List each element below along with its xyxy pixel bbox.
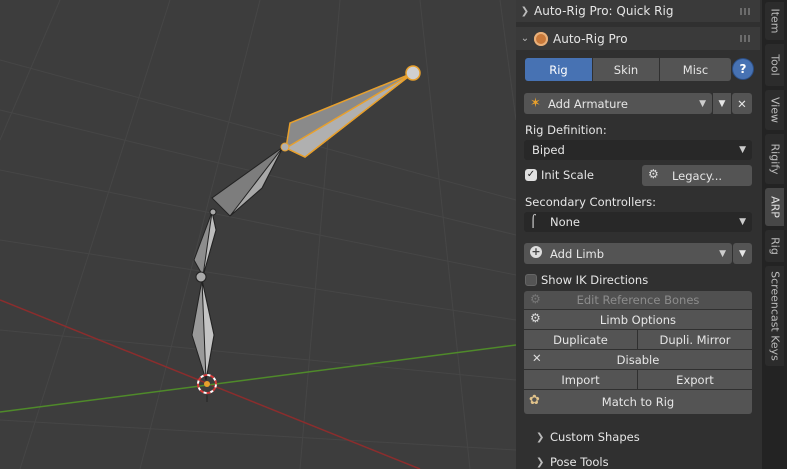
add-circle-icon: + — [530, 245, 542, 258]
arp-panel-header[interactable]: ⌄ Auto-Rig Pro — [516, 27, 760, 50]
rig-definition-label: Rig Definition: — [525, 123, 607, 137]
limb-options-label: Limb Options — [599, 312, 677, 327]
close-icon: ✕ — [532, 351, 542, 365]
3d-viewport[interactable] — [0, 0, 516, 469]
arp-panel-title: Auto-Rig Pro — [553, 31, 628, 46]
drag-grip-icon[interactable] — [740, 35, 752, 42]
tab-item[interactable]: Item — [765, 2, 784, 40]
tab-rig-label: Rig — [768, 237, 781, 255]
match-to-rig-label: Match to Rig — [601, 395, 675, 409]
add-armature-dropdown[interactable]: ✶ Add Armature ▼ — [524, 93, 712, 114]
viewport-scene — [0, 0, 516, 469]
show-ik-checkbox[interactable] — [525, 274, 537, 286]
init-scale-checkbox[interactable]: ✓ — [525, 169, 537, 181]
tab-tool[interactable]: Tool — [765, 44, 784, 86]
disable-button[interactable]: ✕ Disable — [524, 350, 752, 369]
armature-menu-button[interactable]: ▼ — [713, 93, 731, 114]
arp-logo-icon — [534, 31, 548, 46]
edit-reference-bones-label: Edit Reference Bones — [576, 293, 700, 307]
3d-cursor-icon — [197, 374, 217, 402]
chevron-down-icon: ▼ — [739, 217, 746, 227]
chevron-right-icon: ❯ — [536, 456, 545, 468]
tab-screencast-keys[interactable]: Screencast Keys — [765, 266, 784, 366]
running-figure-icon: ✿ — [529, 393, 540, 408]
close-icon: ✕ — [737, 96, 747, 111]
tab-view-label: View — [768, 96, 781, 124]
chevron-right-icon: ❯ — [536, 431, 545, 443]
show-ik-label: Show IK Directions — [541, 273, 649, 287]
chevron-down-icon: ▼ — [739, 145, 746, 155]
chevron-down-icon: ▼ — [739, 248, 746, 259]
chevron-down-icon: ▼ — [718, 98, 726, 109]
floor-grid — [0, 0, 516, 469]
chevron-right-icon: ❯ — [520, 5, 530, 17]
pose-tools-label: Pose Tools — [550, 455, 609, 469]
chevron-down-icon: ▼ — [719, 248, 726, 259]
import-button[interactable]: Import — [524, 370, 637, 389]
secondary-controllers-value: None — [550, 215, 581, 229]
quick-rig-panel-header[interactable]: ❯ Auto-Rig Pro: Quick Rig — [516, 0, 760, 22]
chevron-down-icon: ▼ — [699, 98, 706, 109]
pose-tools-subpanel[interactable]: ❯ Pose Tools — [536, 455, 609, 469]
legacy-button[interactable]: ⚙ Legacy... — [642, 165, 752, 186]
tab-rig[interactable]: Rig — [765, 230, 784, 262]
limb-menu-button[interactable]: ▼ — [733, 243, 752, 264]
gear-cluster-icon: ⚙ — [648, 167, 659, 181]
init-scale-label: Init Scale — [541, 168, 594, 182]
secondary-controllers-label: Secondary Controllers: — [525, 195, 656, 209]
custom-shapes-subpanel[interactable]: ❯ Custom Shapes — [536, 430, 640, 444]
gear-cluster-icon: ⚙ — [530, 292, 541, 306]
remove-armature-button[interactable]: ✕ — [732, 93, 752, 114]
match-to-rig-button[interactable]: ✿ Match to Rig — [524, 390, 752, 414]
armature-bones[interactable] — [191, 65, 421, 381]
checkmark-icon: ✓ — [526, 169, 536, 180]
bone-upper[interactable] — [211, 146, 284, 217]
disable-label: Disable — [616, 352, 660, 367]
duplicate-button[interactable]: Duplicate — [524, 330, 637, 349]
limb-options-button[interactable]: ⚙ Limb Options — [524, 310, 752, 329]
drag-grip-icon[interactable] — [740, 8, 752, 15]
tab-view[interactable]: View — [765, 90, 784, 130]
tab-arp-label: ARP — [768, 196, 781, 218]
legacy-label: Legacy... — [671, 168, 723, 183]
gear-cluster-icon: ⚙ — [530, 311, 541, 325]
tab-misc[interactable]: Misc — [660, 58, 731, 81]
quick-rig-panel-title: Auto-Rig Pro: Quick Rig — [534, 4, 674, 18]
tab-rigify[interactable]: Rigify — [765, 134, 784, 184]
tab-arp[interactable]: ARP — [765, 188, 784, 226]
help-button[interactable]: ? — [733, 59, 753, 79]
sidebar-tabs: Item Tool View Rigify ARP Rig Screencast… — [762, 0, 787, 469]
dupli-mirror-button[interactable]: Dupli. Mirror — [638, 330, 752, 349]
sidebar-panel: ❯ Auto-Rig Pro: Quick Rig ⌄ Auto-Rig Pro… — [516, 0, 762, 469]
tab-tool-label: Tool — [768, 54, 781, 76]
chevron-down-icon: ⌄ — [520, 33, 530, 44]
curve-controller-icon: ⌠ — [530, 214, 537, 228]
rig-definition-value: Biped — [532, 143, 565, 157]
add-limb-label: Add Limb — [550, 246, 605, 261]
tab-rigify-label: Rigify — [768, 143, 781, 175]
tab-rig[interactable]: Rig — [525, 58, 592, 81]
add-armature-label: Add Armature — [548, 96, 628, 111]
tab-item-label: Item — [768, 8, 781, 34]
tab-skin[interactable]: Skin — [593, 58, 659, 81]
armature-figure-icon: ✶ — [530, 96, 541, 111]
edit-reference-bones-button[interactable]: ⚙ Edit Reference Bones — [524, 291, 752, 309]
add-limb-dropdown[interactable]: + Add Limb ▼ — [524, 243, 732, 264]
custom-shapes-label: Custom Shapes — [550, 430, 640, 444]
tab-screencast-keys-label: Screencast Keys — [768, 271, 781, 361]
secondary-controllers-select[interactable]: ⌠ None ▼ — [524, 212, 752, 232]
rig-definition-select[interactable]: Biped ▼ — [524, 140, 752, 160]
export-button[interactable]: Export — [638, 370, 752, 389]
